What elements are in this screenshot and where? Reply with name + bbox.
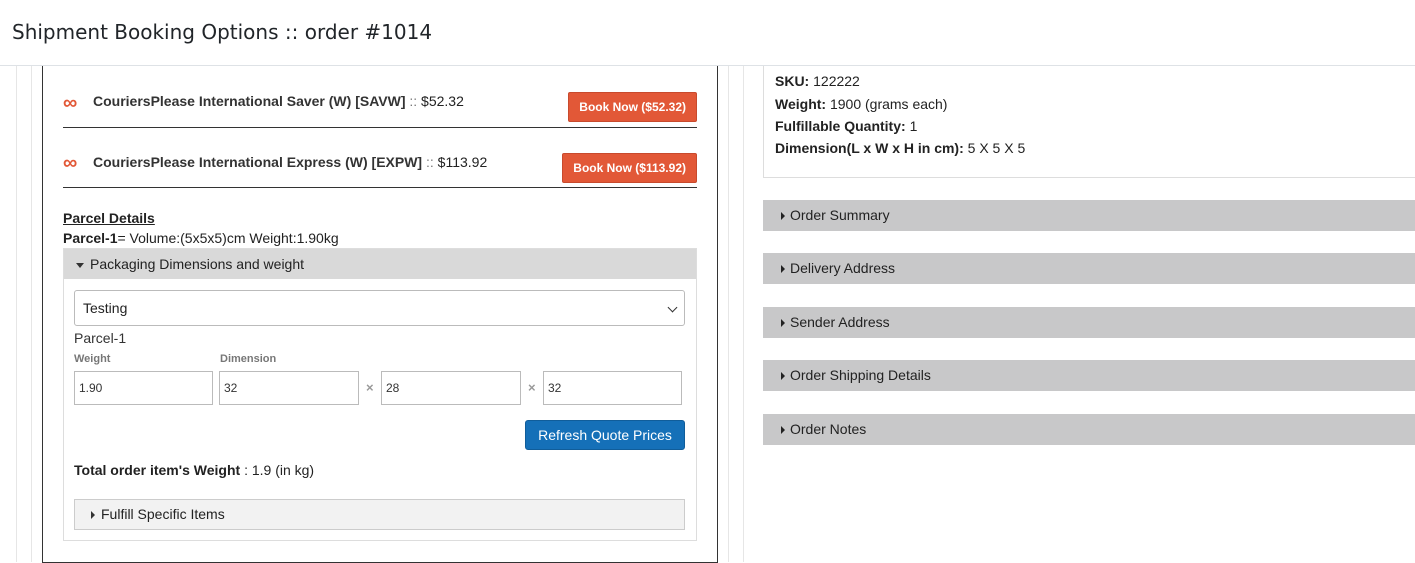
divider xyxy=(31,66,32,562)
chevron-down-icon xyxy=(667,302,678,313)
fulfill-specific-items-toggle[interactable]: Fulfill Specific Items xyxy=(74,499,685,530)
caret-right-icon xyxy=(781,265,785,274)
shipping-options-panel: ∞ CouriersPlease International Saver (W)… xyxy=(42,66,718,563)
caret-right-icon xyxy=(781,372,785,381)
weight-label: Weight xyxy=(74,353,111,365)
quantity-label: Fulfillable Quantity: xyxy=(775,118,906,134)
infinity-icon: ∞ xyxy=(63,152,78,174)
rate-separator: :: xyxy=(409,93,418,109)
divider xyxy=(743,66,744,562)
accordion-label: Delivery Address xyxy=(790,260,896,276)
weight-input[interactable]: 1.90 xyxy=(74,371,213,405)
sku-value: 122222 xyxy=(813,73,860,89)
accordion-order-shipping-details[interactable]: Order Shipping Details xyxy=(763,360,1415,391)
accordion-delivery-address[interactable]: Delivery Address xyxy=(763,253,1415,284)
rate-description: CouriersPlease International Saver (W) [… xyxy=(93,93,464,109)
item-dimension-label: Dimension(L x W x H in cm): xyxy=(775,140,964,156)
caret-right-icon xyxy=(781,426,785,435)
width-input[interactable]: 28 xyxy=(381,371,521,405)
rate-service-name: CouriersPlease International Express (W)… xyxy=(93,154,423,170)
times-icon: × xyxy=(528,380,536,395)
accordion-order-summary[interactable]: Order Summary xyxy=(763,200,1415,231)
length-input[interactable]: 32 xyxy=(219,371,359,405)
parcel-summary-name: Parcel-1 xyxy=(63,230,118,246)
rate-price: $113.92 xyxy=(437,154,488,170)
rate-separator: :: xyxy=(425,154,434,170)
weight-line: Weight: 1900 (grams each) xyxy=(775,96,947,112)
accordion-order-notes[interactable]: Order Notes xyxy=(763,414,1415,445)
caret-down-icon xyxy=(76,262,84,268)
quantity-line: Fulfillable Quantity: 1 xyxy=(775,118,917,134)
page-title: Shipment Booking Options :: order #1014 xyxy=(12,20,433,44)
total-weight: Total order item's Weight : 1.9 (in kg) xyxy=(74,462,314,478)
quantity-value: 1 xyxy=(909,118,918,134)
parcel-summary: Parcel-1= Volume:(5x5x5)cm Weight:1.90kg xyxy=(63,230,339,246)
infinity-icon: ∞ xyxy=(63,92,78,114)
accordion-label: Order Summary xyxy=(790,207,890,223)
item-weight-label: Weight: xyxy=(775,96,827,112)
times-icon: × xyxy=(366,380,374,395)
packaging-panel-title: Packaging Dimensions and weight xyxy=(90,256,305,272)
book-now-express-button[interactable]: Book Now ($113.92) xyxy=(562,153,697,183)
rate-row-saver: ∞ CouriersPlease International Saver (W)… xyxy=(63,66,697,128)
item-dimension-value: 5 X 5 X 5 xyxy=(967,140,1026,156)
caret-right-icon xyxy=(781,212,785,221)
accordion-sender-address[interactable]: Sender Address xyxy=(763,307,1415,338)
total-weight-value: : 1.9 (in kg) xyxy=(244,462,315,478)
accordion-label: Order Shipping Details xyxy=(790,367,931,383)
rate-description: CouriersPlease International Express (W)… xyxy=(93,154,487,170)
refresh-quote-prices-button[interactable]: Refresh Quote Prices xyxy=(525,420,685,450)
divider xyxy=(16,66,17,562)
rate-service-name: CouriersPlease International Saver (W) [… xyxy=(93,93,406,109)
sku-line: SKU: 122222 xyxy=(775,73,860,89)
accordion-label: Sender Address xyxy=(790,314,890,330)
dimension-line: Dimension(L x W x H in cm): 5 X 5 X 5 xyxy=(775,140,1025,156)
fulfill-specific-items-label: Fulfill Specific Items xyxy=(101,506,225,522)
parcel-summary-text: = Volume:(5x5x5)cm Weight:1.90kg xyxy=(117,230,339,246)
packaging-panel-header[interactable]: Packaging Dimensions and weight xyxy=(64,249,696,279)
total-weight-label: Total order item's Weight xyxy=(74,462,241,478)
dimension-label: Dimension xyxy=(220,353,277,365)
item-details: SKU: 122222 Weight: 1900 (grams each) Fu… xyxy=(763,66,1415,178)
packaging-select[interactable]: Testing xyxy=(74,290,685,326)
accordion-label: Order Notes xyxy=(790,421,867,437)
parcel-details-heading: Parcel Details xyxy=(63,210,155,226)
modal-header: Shipment Booking Options :: order #1014 xyxy=(0,0,1415,66)
caret-right-icon xyxy=(781,319,785,328)
divider xyxy=(728,66,729,562)
sku-label: SKU: xyxy=(775,73,810,89)
packaging-panel: Packaging Dimensions and weight Testing … xyxy=(63,248,697,541)
rate-row-express: ∞ CouriersPlease International Express (… xyxy=(63,128,697,188)
parcel-name: Parcel-1 xyxy=(74,330,127,346)
height-input[interactable]: 32 xyxy=(543,371,682,405)
rate-price: $52.32 xyxy=(421,93,464,109)
item-weight-value: 1900 (grams each) xyxy=(829,96,948,112)
book-now-saver-button[interactable]: Book Now ($52.32) xyxy=(568,92,697,122)
caret-right-icon xyxy=(91,511,95,520)
packaging-select-value: Testing xyxy=(83,300,128,316)
